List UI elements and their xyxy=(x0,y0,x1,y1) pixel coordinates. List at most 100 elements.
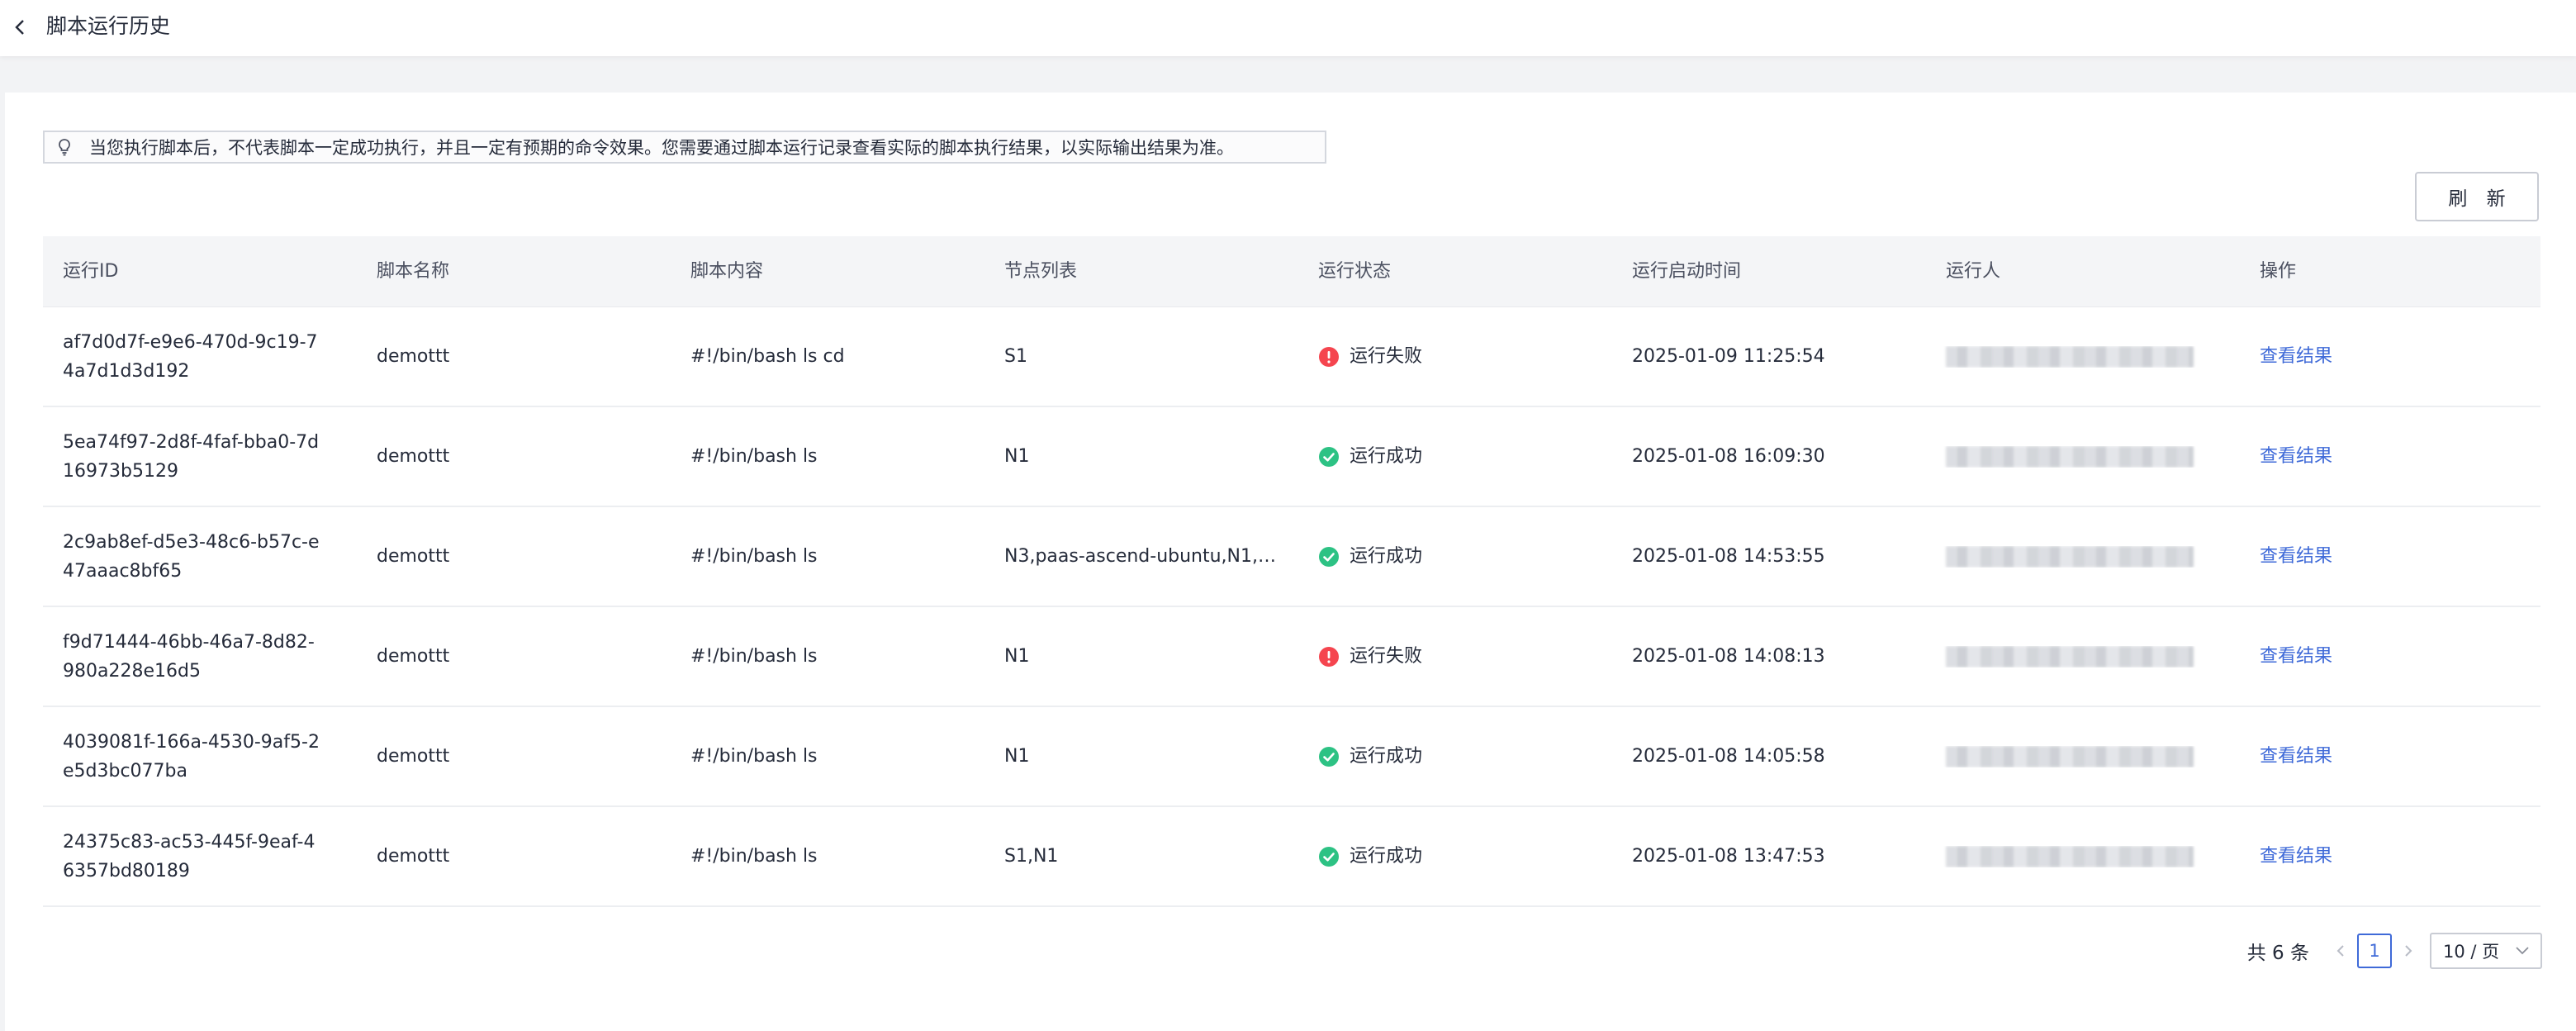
run-status-text: 运行成功 xyxy=(1350,546,1423,567)
view-result-link[interactable]: 查看结果 xyxy=(2260,646,2332,667)
run-status-cell: 运行成功 xyxy=(1298,842,1612,871)
start-time-cell: 2025-01-08 16:09:30 xyxy=(1632,446,1825,467)
lightbulb-icon xyxy=(59,139,70,156)
script-name-cell: demottt xyxy=(377,546,450,567)
next-page-button[interactable] xyxy=(2397,934,2420,967)
node-list-cell: S1,N1 xyxy=(1004,846,1059,867)
table-row: 4039081f-166a-4530-9af5-2e5d3bc077ba demo… xyxy=(43,707,2540,807)
page-size-value: 10 / 页 xyxy=(2443,942,2500,962)
pagination: 共 6 条 1 10 / 页 xyxy=(2235,930,2542,972)
run-status-text: 运行成功 xyxy=(1350,746,1423,767)
script-content-cell: #!/bin/bash ls cd xyxy=(690,346,845,367)
table-row: 24375c83-ac53-445f-9eaf-46357bd80189 demo… xyxy=(43,807,2540,907)
redacted-runner xyxy=(1946,745,2194,767)
table-body: af7d0d7f-e9e6-470d-9c19-74a7d1d3d192 demo… xyxy=(43,307,2540,907)
column-header-actions: 操作 xyxy=(2260,261,2297,282)
page-size-select[interactable]: 10 / 页 xyxy=(2430,933,2542,969)
runner-cell xyxy=(1926,645,2240,668)
table-header: 运行ID 脚本名称 脚本内容 节点列表 运行状态 运行启动时间 运行人 操作 xyxy=(43,236,2540,307)
runner-cell xyxy=(1926,345,2240,368)
script-name-cell: demottt xyxy=(377,646,450,667)
script-content-cell: #!/bin/bash ls xyxy=(690,446,818,467)
run-id-cell: 5ea74f97-2d8f-4faf-bba0-7d16973b5129 xyxy=(63,431,320,482)
table-row: 2c9ab8ef-d5e3-48c6-b57c-e47aaac8bf65 demo… xyxy=(43,507,2540,607)
top-bar: 脚本运行历史 xyxy=(0,0,2576,56)
check-circle-icon xyxy=(1318,546,1340,568)
chevron-left-icon xyxy=(2336,945,2344,957)
start-time-cell: 2025-01-08 14:53:55 xyxy=(1632,546,1825,567)
node-list-cell: N1 xyxy=(1004,646,1030,667)
script-name-cell: demottt xyxy=(377,346,450,367)
notice-text: 当您执行脚本后，不代表脚本一定成功执行，并且一定有预期的命令效果。您需要通过脚本… xyxy=(89,138,1234,158)
check-circle-icon xyxy=(1318,846,1340,867)
page-number-current[interactable]: 1 xyxy=(2357,934,2392,968)
actions-cell: 查看结果 xyxy=(2240,442,2554,471)
script-content-cell: #!/bin/bash ls xyxy=(690,546,818,567)
error-circle-icon xyxy=(1318,646,1340,668)
view-result-link[interactable]: 查看结果 xyxy=(2260,446,2332,467)
column-header-script-name: 脚本名称 xyxy=(377,261,450,282)
start-time-cell: 2025-01-09 11:25:54 xyxy=(1632,346,1825,367)
table-row: 5ea74f97-2d8f-4faf-bba0-7d16973b5129 demo… xyxy=(43,407,2540,507)
redacted-runner xyxy=(1946,345,2194,368)
run-id-cell: f9d71444-46bb-46a7-8d82-980a228e16d5 xyxy=(63,631,315,682)
view-result-link[interactable]: 查看结果 xyxy=(2260,546,2332,567)
refresh-button[interactable]: 刷 新 xyxy=(2415,172,2539,221)
runner-cell xyxy=(1926,545,2240,568)
chevron-down-icon xyxy=(2516,947,2529,955)
total-count: 共 6 条 xyxy=(2246,943,2309,964)
table-row: af7d0d7f-e9e6-470d-9c19-74a7d1d3d192 demo… xyxy=(43,307,2540,407)
start-time-cell: 2025-01-08 14:08:13 xyxy=(1632,646,1825,667)
column-header-script-content: 脚本内容 xyxy=(690,261,764,282)
view-result-link[interactable]: 查看结果 xyxy=(2260,746,2332,767)
script-name-cell: demottt xyxy=(377,746,450,767)
run-status-cell: 运行失败 xyxy=(1298,342,1612,371)
script-content-cell: #!/bin/bash ls xyxy=(690,846,818,867)
chevron-right-icon xyxy=(2405,945,2412,957)
actions-cell: 查看结果 xyxy=(2240,642,2554,671)
page-title: 脚本运行历史 xyxy=(46,14,171,38)
run-status-cell: 运行成功 xyxy=(1298,442,1612,471)
redacted-runner xyxy=(1946,845,2194,867)
column-header-start-time: 运行启动时间 xyxy=(1632,261,1742,282)
node-list-cell: N1 xyxy=(1004,446,1030,467)
run-id-cell: 2c9ab8ef-d5e3-48c6-b57c-e47aaac8bf65 xyxy=(63,531,320,582)
error-circle-icon xyxy=(1318,346,1340,368)
chevron-left-icon[interactable] xyxy=(8,15,33,40)
runner-cell xyxy=(1926,745,2240,767)
run-status-text: 运行失败 xyxy=(1350,346,1423,367)
start-time-cell: 2025-01-08 14:05:58 xyxy=(1632,746,1825,767)
script-name-cell: demottt xyxy=(377,846,450,867)
redacted-runner xyxy=(1946,545,2194,568)
column-header-run-status: 运行状态 xyxy=(1318,261,1392,282)
run-history-table: 运行ID 脚本名称 脚本内容 节点列表 运行状态 运行启动时间 运行人 操作 a… xyxy=(43,236,2540,907)
run-status-text: 运行成功 xyxy=(1350,446,1423,467)
run-status-text: 运行失败 xyxy=(1350,646,1423,667)
node-list-cell: N1 xyxy=(1004,746,1030,767)
runner-cell xyxy=(1926,445,2240,468)
runner-cell xyxy=(1926,845,2240,867)
check-circle-icon xyxy=(1318,746,1340,767)
run-status-text: 运行成功 xyxy=(1350,846,1423,867)
view-result-link[interactable]: 查看结果 xyxy=(2260,846,2332,867)
script-content-cell: #!/bin/bash ls xyxy=(690,746,818,767)
node-list-cell: N3,paas-ascend-ubuntu,N1,pa... xyxy=(1004,546,1298,567)
script-name-cell: demottt xyxy=(377,446,450,467)
redacted-runner xyxy=(1946,645,2194,668)
redacted-runner xyxy=(1946,445,2194,468)
column-header-node-list: 节点列表 xyxy=(1004,261,1078,282)
content-panel: 当您执行脚本后，不代表脚本一定成功执行，并且一定有预期的命令效果。您需要通过脚本… xyxy=(5,93,2576,1031)
run-status-cell: 运行成功 xyxy=(1298,542,1612,571)
actions-cell: 查看结果 xyxy=(2240,742,2554,771)
notice-banner: 当您执行脚本后，不代表脚本一定成功执行，并且一定有预期的命令效果。您需要通过脚本… xyxy=(43,131,1326,164)
run-status-cell: 运行失败 xyxy=(1298,642,1612,671)
prev-page-button[interactable] xyxy=(2329,934,2352,967)
run-id-cell: 24375c83-ac53-445f-9eaf-46357bd80189 xyxy=(63,831,315,881)
table-row: f9d71444-46bb-46a7-8d82-980a228e16d5 demo… xyxy=(43,607,2540,707)
view-result-link[interactable]: 查看结果 xyxy=(2260,346,2332,367)
check-circle-icon xyxy=(1318,446,1340,468)
actions-cell: 查看结果 xyxy=(2240,842,2554,871)
run-id-cell: 4039081f-166a-4530-9af5-2e5d3bc077ba xyxy=(63,731,320,782)
node-list-cell: S1 xyxy=(1004,346,1027,367)
run-id-cell: af7d0d7f-e9e6-470d-9c19-74a7d1d3d192 xyxy=(63,331,318,382)
